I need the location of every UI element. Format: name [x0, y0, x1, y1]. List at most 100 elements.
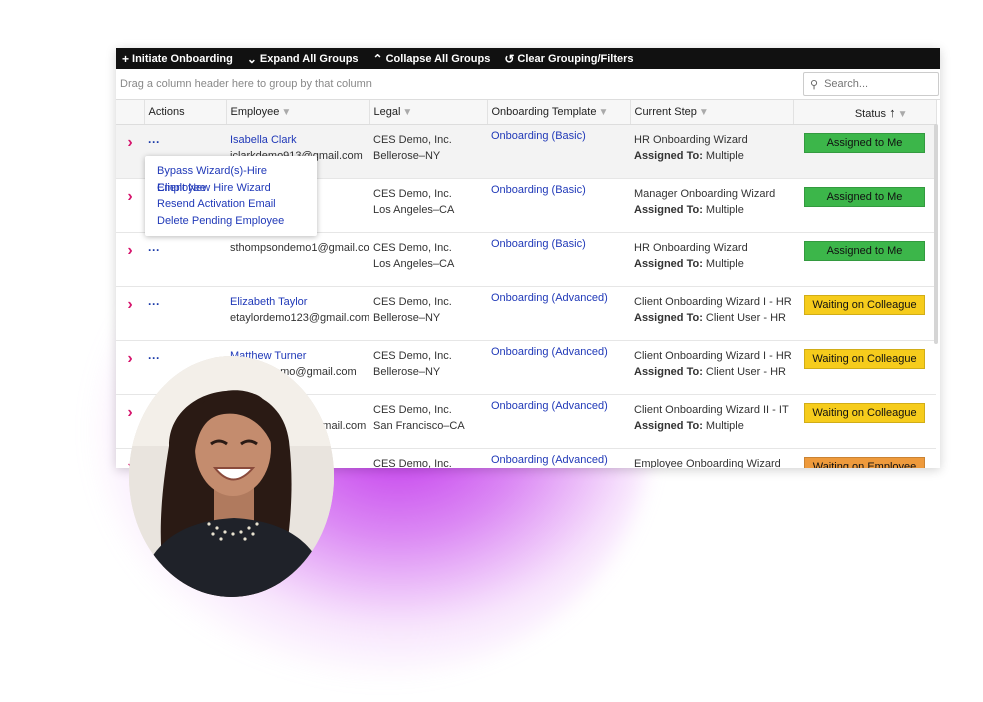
filter-icon[interactable]: ▼: [402, 107, 412, 118]
template-cell: Onboarding (Basic): [487, 232, 630, 287]
filter-icon[interactable]: ▼: [699, 107, 709, 118]
legal-cell: CES Demo, Inc. Diamond Bar–CA: [369, 448, 487, 468]
column-header-employee[interactable]: Employee ▼: [226, 100, 370, 125]
assigned-to: Multiple: [705, 258, 744, 270]
template-cell: Onboarding (Advanced): [487, 340, 630, 395]
expand-row-chevron-icon[interactable]: ›: [116, 232, 144, 287]
expand-all-groups-button[interactable]: ⌄ Expand All Groups: [247, 52, 359, 66]
person-photo: [129, 356, 334, 597]
step-cell: Client Onboarding Wizard I - HR Assigned…: [630, 340, 793, 395]
chevron-up-icon: ⌃: [372, 51, 383, 66]
filter-icon[interactable]: ▼: [898, 109, 908, 120]
column-header-status[interactable]: Status ↑ ▼: [793, 100, 937, 125]
filter-icon[interactable]: ▼: [281, 107, 291, 118]
status-cell: Waiting on Colleague: [793, 286, 936, 341]
table-row[interactable]: › ··· sthompsondemo1@gmail.com CES Demo,…: [116, 232, 936, 287]
status-badge: Assigned to Me: [804, 133, 925, 153]
clear-grouping-filters-button[interactable]: ↺ Clear Grouping/Filters: [504, 52, 633, 66]
template-cell: Onboarding (Advanced): [487, 394, 630, 449]
filter-icon[interactable]: ▼: [598, 107, 608, 118]
undo-icon: ↺: [504, 51, 515, 66]
employee-email: sthompsondemo1@gmail.com: [230, 242, 369, 254]
plus-icon: +: [122, 51, 130, 66]
template-link[interactable]: Onboarding (Advanced): [491, 290, 626, 306]
table-row[interactable]: › ··· Elizabeth Taylor etaylordemo123@gm…: [116, 286, 936, 341]
status-cell: Assigned to Me: [793, 232, 936, 287]
row-actions-button[interactable]: ···: [144, 232, 226, 287]
legal-company: CES Demo, Inc.: [373, 188, 452, 200]
current-step: HR Onboarding Wizard: [634, 242, 748, 254]
assigned-label: Assigned To:: [634, 150, 703, 162]
template-cell: Onboarding (Basic): [487, 124, 630, 179]
assigned-line: Assigned To: Multiple: [634, 148, 789, 164]
template-link[interactable]: Onboarding (Advanced): [491, 344, 626, 360]
sort-ascending-icon[interactable]: ↑: [889, 105, 896, 120]
assigned-label: Assigned To:: [634, 366, 703, 378]
step-cell: HR Onboarding Wizard Assigned To: Multip…: [630, 124, 793, 179]
legal-cell: CES Demo, Inc. Bellerose–NY: [369, 286, 487, 341]
current-step: Employee Onboarding Wizard: [634, 458, 781, 468]
legal-cell: CES Demo, Inc. Bellerose–NY: [369, 340, 487, 395]
menu-item-bypass-wizard[interactable]: Bypass Wizard(s)-Hire Employee: [145, 163, 317, 194]
employee-email: etaylordemo123@gmail.com: [230, 312, 369, 324]
group-drop-area[interactable]: Drag a column header here to group by th…: [116, 69, 940, 100]
step-cell: Employee Onboarding Wizard Assigned To: …: [630, 448, 793, 468]
step-cell: Client Onboarding Wizard II - IT Assigne…: [630, 394, 793, 449]
legal-company: CES Demo, Inc.: [373, 242, 452, 254]
employee-name-link[interactable]: Isabella Clark: [230, 132, 365, 148]
column-header-legal[interactable]: Legal ▼: [369, 100, 488, 125]
legal-company: CES Demo, Inc.: [373, 296, 452, 308]
expand-row-chevron-icon[interactable]: ›: [116, 340, 144, 395]
legal-cell: CES Demo, Inc. Los Angeles–CA: [369, 178, 487, 233]
column-header-actions[interactable]: Actions: [144, 100, 227, 125]
assigned-to: Multiple: [705, 204, 744, 216]
search-icon: ⚲: [810, 78, 819, 91]
legal-company: CES Demo, Inc.: [373, 134, 452, 146]
template-cell: Onboarding (Advanced): [487, 448, 630, 468]
template-link[interactable]: Onboarding (Advanced): [491, 398, 626, 414]
assigned-line: Assigned To: Multiple: [634, 256, 789, 272]
search-input[interactable]: [822, 77, 927, 91]
current-step: HR Onboarding Wizard: [634, 134, 748, 146]
current-step: Client Onboarding Wizard I - HR: [634, 350, 792, 362]
legal-cell: CES Demo, Inc. San Francisco–CA: [369, 394, 487, 449]
template-link[interactable]: Onboarding (Basic): [491, 236, 626, 252]
current-step: Manager Onboarding Wizard: [634, 188, 776, 200]
status-badge: Waiting on Colleague: [804, 403, 925, 423]
chevron-down-icon: ⌄: [246, 51, 257, 66]
assigned-to: Client User - HR: [705, 366, 786, 378]
collapse-all-groups-button[interactable]: ⌃ Collapse All Groups: [373, 52, 491, 66]
legal-location: San Francisco–CA: [373, 420, 465, 432]
step-cell: Client Onboarding Wizard I - HR Assigned…: [630, 286, 793, 341]
group-hint: Drag a column header here to group by th…: [120, 78, 372, 90]
assigned-line: Assigned To: Multiple: [634, 202, 789, 218]
status-badge: Waiting on Employee: [804, 457, 925, 468]
employee-cell: sthompsondemo1@gmail.com: [226, 232, 369, 287]
template-cell: Onboarding (Advanced): [487, 286, 630, 341]
row-actions-button[interactable]: ···: [144, 286, 226, 341]
assigned-to: Client User - HR: [705, 312, 786, 324]
vertical-scrollbar[interactable]: [934, 124, 938, 344]
menu-item-client-new-hire-wizard[interactable]: Client New Hire Wizard: [145, 180, 317, 197]
template-link[interactable]: Onboarding (Advanced): [491, 452, 626, 468]
row-actions-menu: Bypass Wizard(s)-Hire Employee Client Ne…: [145, 156, 317, 236]
menu-item-delete-pending-employee[interactable]: Delete Pending Employee: [145, 213, 317, 230]
assigned-line: Assigned To: Client User - HR: [634, 364, 789, 380]
expand-row-chevron-icon[interactable]: ›: [116, 178, 144, 233]
expand-row-chevron-icon[interactable]: ›: [116, 124, 144, 179]
legal-location: Bellerose–NY: [373, 366, 441, 378]
menu-item-resend-activation-email[interactable]: Resend Activation Email: [145, 196, 317, 213]
expand-row-chevron-icon[interactable]: ›: [116, 286, 144, 341]
current-step: Client Onboarding Wizard II - IT: [634, 404, 789, 416]
template-link[interactable]: Onboarding (Basic): [491, 182, 626, 198]
column-header-template[interactable]: Onboarding Template ▼: [487, 100, 631, 125]
status-badge: Assigned to Me: [804, 187, 925, 207]
initiate-onboarding-button[interactable]: + Initiate Onboarding: [122, 52, 233, 66]
toolbar: + Initiate Onboarding ⌄ Expand All Group…: [116, 48, 940, 69]
legal-location: Los Angeles–CA: [373, 204, 455, 216]
column-header-step[interactable]: Current Step ▼: [630, 100, 794, 125]
employee-name-link[interactable]: Elizabeth Taylor: [230, 294, 365, 310]
search-box[interactable]: ⚲: [803, 72, 939, 96]
template-link[interactable]: Onboarding (Basic): [491, 128, 626, 144]
assigned-label: Assigned To:: [634, 258, 703, 270]
